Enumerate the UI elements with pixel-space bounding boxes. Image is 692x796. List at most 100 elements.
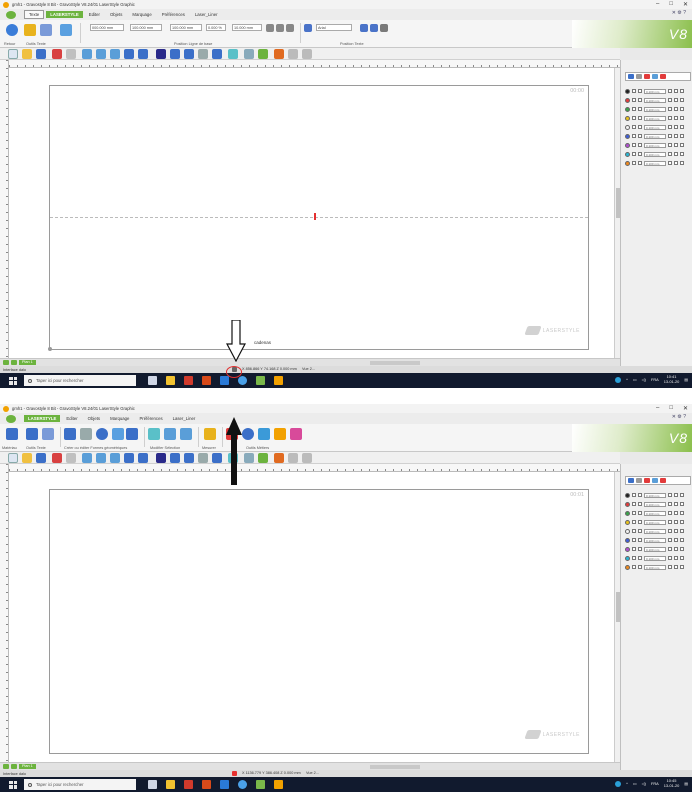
layer-option-checkbox[interactable] xyxy=(680,493,684,497)
layer-thickness-field[interactable]: 0.100 mm xyxy=(644,528,666,534)
layer-option-checkbox[interactable] xyxy=(668,520,672,524)
layer-option-checkbox[interactable] xyxy=(674,152,678,156)
windows-start-icon[interactable] xyxy=(9,780,17,789)
close-button[interactable]: ✕ xyxy=(683,405,688,412)
laser-icon[interactable] xyxy=(274,49,284,59)
layer-row[interactable]: 0.100 mm xyxy=(625,115,684,121)
select-arrow-icon[interactable] xyxy=(64,428,76,440)
layer-checkbox[interactable] xyxy=(638,520,642,524)
layer-checkbox[interactable] xyxy=(638,125,642,129)
layer-checkbox[interactable] xyxy=(632,529,636,533)
layer-checkbox[interactable] xyxy=(638,493,642,497)
layer-checkbox[interactable] xyxy=(638,502,642,506)
layer-add-icon[interactable] xyxy=(644,74,650,79)
taskbar-search[interactable]: Taper ici pour rechercher xyxy=(24,375,136,386)
barcode-icon[interactable] xyxy=(258,428,270,440)
layer-option-checkbox[interactable] xyxy=(668,493,672,497)
layer-thickness-field[interactable]: 0.100 mm xyxy=(644,501,666,507)
layer-checkbox[interactable] xyxy=(632,502,636,506)
italic-icon[interactable] xyxy=(370,24,378,32)
prev-page-icon[interactable] xyxy=(3,360,9,365)
layer-option-checkbox[interactable] xyxy=(680,529,684,533)
shapes-icon[interactable] xyxy=(112,428,124,440)
layer-thickness-field[interactable]: 0.100 mm xyxy=(644,142,666,148)
engrave-icon[interactable] xyxy=(258,453,268,463)
layer-option-checkbox[interactable] xyxy=(680,125,684,129)
menu-laser-liner[interactable]: Laser_Liner xyxy=(169,415,200,422)
menu-editer[interactable]: Editer xyxy=(62,415,81,422)
layer-add-icon[interactable] xyxy=(644,478,650,483)
settings-icon[interactable] xyxy=(380,24,388,32)
text-tool-icon[interactable] xyxy=(24,24,36,36)
layer-color-icon[interactable] xyxy=(625,160,630,166)
layer-thickness-field[interactable]: 0.100 mm xyxy=(644,88,666,94)
layer-thickness-field[interactable]: 0.100 mm xyxy=(644,492,666,498)
text-style-icon[interactable] xyxy=(40,24,52,36)
layer-color-icon[interactable] xyxy=(625,519,630,525)
layer-row[interactable]: 0.100 mm xyxy=(625,519,684,525)
layer-option-checkbox[interactable] xyxy=(680,116,684,120)
machine-icon[interactable] xyxy=(302,453,312,463)
layer-checkbox[interactable] xyxy=(638,107,642,111)
tray-app-icon[interactable] xyxy=(615,780,622,787)
open-folder-icon[interactable] xyxy=(22,49,32,59)
app-red-icon[interactable] xyxy=(184,780,193,789)
layer-row[interactable]: 0.100 mm xyxy=(625,97,684,103)
zoom-fit-icon[interactable] xyxy=(110,453,120,463)
layer-option-checkbox[interactable] xyxy=(680,107,684,111)
language-indicator[interactable]: FRA xyxy=(651,377,659,382)
layer-color-icon[interactable] xyxy=(625,88,630,94)
text-path-icon[interactable] xyxy=(60,24,72,36)
horizontal-scroll-thumb[interactable] xyxy=(370,765,420,769)
print-icon[interactable] xyxy=(288,453,298,463)
layer-checkbox[interactable] xyxy=(632,125,636,129)
layer-thickness-field[interactable]: 0.100 mm xyxy=(644,133,666,139)
select-arrow-icon[interactable] xyxy=(170,49,180,59)
layer-option-checkbox[interactable] xyxy=(674,493,678,497)
scale-icon[interactable] xyxy=(180,428,192,440)
layer-edit-icon[interactable] xyxy=(652,74,658,79)
undo-icon[interactable] xyxy=(52,49,62,59)
layer-checkbox[interactable] xyxy=(638,511,642,515)
layer-color-icon[interactable] xyxy=(625,124,630,130)
layer-color-icon[interactable] xyxy=(625,142,630,148)
layer-option-checkbox[interactable] xyxy=(680,134,684,138)
next-page-icon[interactable] xyxy=(11,764,17,769)
transform-icon[interactable] xyxy=(228,49,238,59)
layer-list-icon[interactable] xyxy=(628,74,634,79)
layer-checkbox[interactable] xyxy=(638,538,642,542)
tray-chevron-icon[interactable]: ^ xyxy=(626,781,628,786)
lock-closed-icon[interactable] xyxy=(232,771,237,776)
layer-option-checkbox[interactable] xyxy=(680,161,684,165)
minimize-button[interactable]: – xyxy=(656,405,659,412)
layer-option-checkbox[interactable] xyxy=(680,565,684,569)
layer-option-checkbox[interactable] xyxy=(668,143,672,147)
material-icon[interactable] xyxy=(6,428,18,440)
layer-option-checkbox[interactable] xyxy=(680,89,684,93)
layer-checkbox[interactable] xyxy=(638,547,642,551)
layer-option-checkbox[interactable] xyxy=(674,125,678,129)
tray-chevron-icon[interactable]: ^ xyxy=(626,377,628,382)
volume-icon[interactable]: ◁) xyxy=(642,781,646,786)
layer-option-checkbox[interactable] xyxy=(668,116,672,120)
image-icon[interactable] xyxy=(290,428,302,440)
layer-option-checkbox[interactable] xyxy=(680,556,684,560)
layer-option-checkbox[interactable] xyxy=(668,511,672,515)
layer-color-icon[interactable] xyxy=(625,97,630,103)
text-style-icon[interactable] xyxy=(42,428,54,440)
app-menu-logo-icon[interactable] xyxy=(6,414,16,423)
layer-thickness-field[interactable]: 0.100 mm xyxy=(644,519,666,525)
layer-option-checkbox[interactable] xyxy=(674,502,678,506)
clock[interactable]: 10:45 13-01-20 xyxy=(664,778,680,788)
layer-option-checkbox[interactable] xyxy=(668,547,672,551)
grid-icon[interactable] xyxy=(138,49,148,59)
layer-option-checkbox[interactable] xyxy=(668,152,672,156)
menu-texte[interactable]: Texte xyxy=(24,10,45,19)
maximize-button[interactable]: □ xyxy=(669,405,673,412)
layer-row[interactable]: 0.100 mm xyxy=(625,501,684,507)
back-icon[interactable] xyxy=(6,24,18,36)
edit-nodes-icon[interactable] xyxy=(198,453,208,463)
layer-checkbox[interactable] xyxy=(632,547,636,551)
menu-laserstyle[interactable]: LASERSTYLE xyxy=(46,11,83,18)
app-green-icon[interactable] xyxy=(256,780,265,789)
